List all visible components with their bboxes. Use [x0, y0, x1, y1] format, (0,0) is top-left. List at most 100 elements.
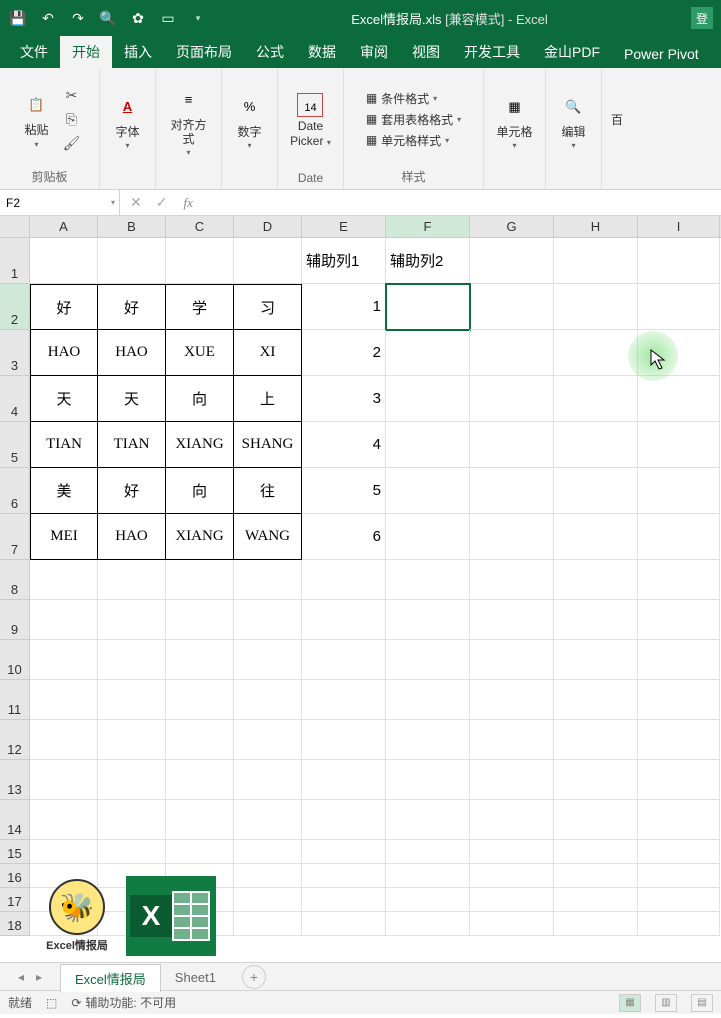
alignment-button[interactable]: ≡ 对齐方式 ▾ [162, 82, 215, 160]
cell-A13[interactable] [30, 760, 98, 800]
cell-B7[interactable]: HAO [98, 514, 166, 560]
cell-H2[interactable] [554, 284, 638, 330]
cell-D17[interactable] [234, 888, 302, 912]
cell-B8[interactable] [98, 560, 166, 600]
cell-I13[interactable] [638, 760, 720, 800]
cell-C4[interactable]: 向 [166, 376, 234, 422]
cell-H16[interactable] [554, 864, 638, 888]
cell-B1[interactable] [98, 238, 166, 284]
cell-I18[interactable] [638, 912, 720, 936]
cell-H9[interactable] [554, 600, 638, 640]
cell-G16[interactable] [470, 864, 554, 888]
cell-C11[interactable] [166, 680, 234, 720]
cell-H8[interactable] [554, 560, 638, 600]
row-header-9[interactable]: 9 [0, 600, 30, 640]
cell-I14[interactable] [638, 800, 720, 840]
cell-B5[interactable]: TIAN [98, 422, 166, 468]
cell-H15[interactable] [554, 840, 638, 864]
cell-H5[interactable] [554, 422, 638, 468]
cell-A14[interactable] [30, 800, 98, 840]
cell-G7[interactable] [470, 514, 554, 560]
cell-D10[interactable] [234, 640, 302, 680]
cell-I1[interactable] [638, 238, 720, 284]
cell-E17[interactable] [302, 888, 386, 912]
cell-E10[interactable] [302, 640, 386, 680]
formula-input[interactable] [199, 190, 721, 215]
col-header-F[interactable]: F [386, 216, 470, 237]
cell-D4[interactable]: 上 [234, 376, 302, 422]
col-header-I[interactable]: I [638, 216, 720, 237]
cell-G2[interactable] [470, 284, 554, 330]
format-painter-icon[interactable]: 🖌 [63, 134, 81, 152]
conditional-format-button[interactable]: ▦条件格式 ▾ [366, 90, 461, 107]
cell-G13[interactable] [470, 760, 554, 800]
cell-A12[interactable] [30, 720, 98, 760]
tab-pdf[interactable]: 金山PDF [532, 36, 612, 68]
cells-button[interactable]: ▦ 单元格 ▾ [492, 89, 536, 152]
cell-F8[interactable] [386, 560, 470, 600]
cell-F9[interactable] [386, 600, 470, 640]
cell-F3[interactable] [386, 330, 470, 376]
cell-B4[interactable]: 天 [98, 376, 166, 422]
row-header-10[interactable]: 10 [0, 640, 30, 680]
cell-I10[interactable] [638, 640, 720, 680]
sheet-tab-active[interactable]: Excel情报局 [60, 964, 161, 992]
cell-G10[interactable] [470, 640, 554, 680]
cell-G8[interactable] [470, 560, 554, 600]
row-header-4[interactable]: 4 [0, 376, 30, 422]
col-header-B[interactable]: B [98, 216, 166, 237]
cell-A11[interactable] [30, 680, 98, 720]
sheet-nav-next[interactable]: ▸ [30, 970, 48, 984]
cell-C12[interactable] [166, 720, 234, 760]
cell-I12[interactable] [638, 720, 720, 760]
cell-G1[interactable] [470, 238, 554, 284]
undo-icon[interactable]: ↶ [38, 8, 58, 28]
cell-I16[interactable] [638, 864, 720, 888]
add-sheet-button[interactable]: + [242, 965, 266, 989]
row-header-11[interactable]: 11 [0, 680, 30, 720]
view-normal-button[interactable]: ▦ [619, 994, 641, 1012]
tab-developer[interactable]: 开发工具 [452, 36, 532, 68]
cell-A6[interactable]: 美 [30, 468, 98, 514]
cell-B9[interactable] [98, 600, 166, 640]
cell-G17[interactable] [470, 888, 554, 912]
cell-E2[interactable]: 1 [302, 284, 386, 330]
number-button[interactable]: % 数字 ▾ [230, 89, 270, 152]
cell-D5[interactable]: SHANG [234, 422, 302, 468]
row-header-3[interactable]: 3 [0, 330, 30, 376]
qat-dropdown-icon[interactable]: ▾ [188, 8, 208, 28]
tab-powerpivot[interactable]: Power Pivot [612, 40, 711, 68]
cell-C14[interactable] [166, 800, 234, 840]
font-button[interactable]: A 字体 ▾ [108, 89, 148, 152]
cell-I17[interactable] [638, 888, 720, 912]
cell-A4[interactable]: 天 [30, 376, 98, 422]
cell-B3[interactable]: HAO [98, 330, 166, 376]
cell-H7[interactable] [554, 514, 638, 560]
cell-E13[interactable] [302, 760, 386, 800]
cell-F10[interactable] [386, 640, 470, 680]
cell-E7[interactable]: 6 [302, 514, 386, 560]
cell-I4[interactable] [638, 376, 720, 422]
cell-E14[interactable] [302, 800, 386, 840]
cell-C5[interactable]: XIANG [166, 422, 234, 468]
cell-E1[interactable]: 辅助列1 [302, 238, 386, 284]
tab-review[interactable]: 审阅 [348, 36, 400, 68]
cell-H3[interactable] [554, 330, 638, 376]
table-format-button[interactable]: ▦套用表格格式 ▾ [366, 111, 461, 128]
cell-D3[interactable]: XI [234, 330, 302, 376]
cell-F18[interactable] [386, 912, 470, 936]
cell-B2[interactable]: 好 [98, 284, 166, 330]
cell-I9[interactable] [638, 600, 720, 640]
cell-B12[interactable] [98, 720, 166, 760]
cell-D13[interactable] [234, 760, 302, 800]
cell-C10[interactable] [166, 640, 234, 680]
cell-I3[interactable] [638, 330, 720, 376]
cell-H12[interactable] [554, 720, 638, 760]
cell-H11[interactable] [554, 680, 638, 720]
cell-I7[interactable] [638, 514, 720, 560]
cell-C15[interactable] [166, 840, 234, 864]
row-header-13[interactable]: 13 [0, 760, 30, 800]
col-header-E[interactable]: E [302, 216, 386, 237]
cell-G18[interactable] [470, 912, 554, 936]
col-header-A[interactable]: A [30, 216, 98, 237]
